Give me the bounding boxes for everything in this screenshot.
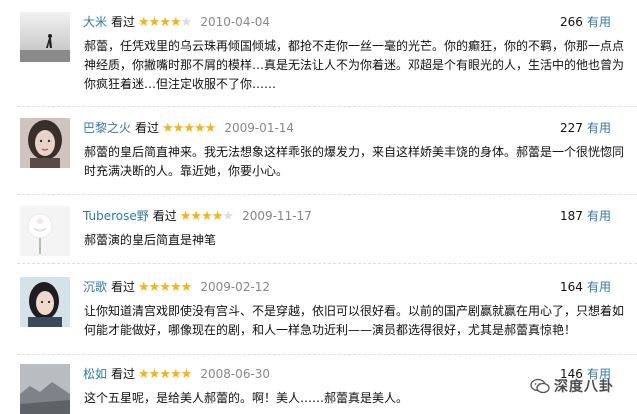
review-meta: 沉歌 看过 ★★★★★ 2009-02-12 bbox=[83, 279, 270, 296]
review-item: 沉歌 看过 ★★★★★ 2009-02-12 164 有用 让你知道清宫戏即使没有宫斗… bbox=[0, 277, 637, 347]
status-label: 看过 bbox=[111, 280, 136, 294]
vote-count: 164 bbox=[560, 280, 583, 294]
star-empty-icon: ★ bbox=[180, 15, 193, 30]
vote-count: 187 bbox=[560, 209, 583, 223]
divider bbox=[17, 106, 637, 107]
useful-button[interactable]: 有用 bbox=[587, 279, 611, 295]
watermark: 深度八卦 bbox=[530, 371, 637, 401]
review-meta: 大米 看过 ★★★★★ 2010-04-04 bbox=[83, 14, 270, 31]
useful-button[interactable]: 有用 bbox=[587, 208, 611, 224]
review-date: 2009-11-17 bbox=[242, 209, 312, 223]
avatar[interactable] bbox=[20, 12, 70, 62]
review-item: Tuberose野 看过 ★★★★★ 2009-11-17 187 有用 郝蕾演的皇后… bbox=[0, 206, 637, 256]
username-link[interactable]: 巴黎之火 bbox=[83, 121, 131, 135]
review-date: 2008-06-30 bbox=[200, 367, 271, 381]
useful-button[interactable]: 有用 bbox=[587, 14, 611, 30]
review-text: 郝蕾的皇后简直神来。我无法想象这样乖张的爆发力，来自这样娇美丰饶的身体。郝蕾是一… bbox=[84, 145, 625, 178]
divider bbox=[17, 194, 637, 195]
wechat-logo-icon bbox=[530, 378, 550, 394]
avatar[interactable] bbox=[20, 118, 70, 168]
star-icon: ★★★★★ bbox=[138, 280, 192, 295]
avatar[interactable] bbox=[20, 364, 70, 414]
person-silhouette-icon bbox=[20, 12, 70, 62]
flower-icon bbox=[20, 206, 70, 256]
username-link[interactable]: Tuberose野 bbox=[83, 209, 149, 223]
review-item: 大米 看过 ★★★★★ 2010-04-04 266 有用 郝蕾，任凭戏里的乌云珠再倾… bbox=[0, 12, 637, 102]
status-label: 看过 bbox=[152, 209, 177, 223]
status-label: 看过 bbox=[111, 15, 136, 29]
rating-stars: ★★★★★ bbox=[138, 280, 192, 295]
username-link[interactable]: 松如 bbox=[83, 367, 107, 381]
divider bbox=[17, 354, 637, 355]
star-icon: ★★★★ bbox=[179, 209, 224, 224]
rating-stars: ★★★★★ bbox=[138, 367, 192, 382]
rating-stars: ★★★★★ bbox=[179, 209, 234, 224]
girl-portrait-icon bbox=[20, 277, 70, 327]
star-icon: ★★★★ bbox=[138, 15, 182, 30]
woman-portrait-icon bbox=[20, 118, 70, 168]
status-label: 看过 bbox=[111, 367, 136, 381]
review-meta: Tuberose野 看过 ★★★★★ 2009-11-17 bbox=[83, 208, 312, 225]
username-link[interactable]: 大米 bbox=[83, 15, 107, 29]
review-date: 2009-02-12 bbox=[200, 280, 271, 294]
vote-count: 266 bbox=[560, 15, 583, 29]
avatar[interactable] bbox=[20, 277, 70, 327]
review-item: 巴黎之火 看过 ★★★★★ 2009-01-14 227 有用 郝蕾的皇后简直神来。我… bbox=[0, 118, 637, 188]
review-text: 郝蕾，任凭戏里的乌云珠再倾国倾城，都抢不走你一丝一毫的光芒。你的癫狂，你的不羁，… bbox=[84, 39, 625, 91]
star-empty-icon: ★ bbox=[222, 209, 234, 224]
vote-count: 227 bbox=[560, 121, 583, 135]
review-meta: 松如 看过 ★★★★★ 2008-06-30 bbox=[83, 366, 270, 383]
watermark-text: 深度八卦 bbox=[554, 379, 614, 395]
useful-button[interactable]: 有用 bbox=[587, 120, 611, 136]
username-link[interactable]: 沉歌 bbox=[83, 280, 107, 294]
rating-stars: ★★★★★ bbox=[162, 121, 216, 136]
star-icon: ★★★★★ bbox=[162, 121, 216, 136]
star-icon: ★★★★★ bbox=[138, 367, 192, 382]
review-date: 2010-04-04 bbox=[200, 15, 271, 29]
divider bbox=[17, 263, 637, 264]
review-text: 郝蕾演的皇后简直是神笔 bbox=[84, 233, 217, 247]
review-text: 让你知道清宫戏即使没有宫斗、不是穿越，依旧可以很好看。以前的国产剧赢就赢在用心了… bbox=[84, 304, 625, 337]
status-label: 看过 bbox=[135, 121, 160, 135]
avatar[interactable] bbox=[20, 206, 70, 256]
review-meta: 巴黎之火 看过 ★★★★★ 2009-01-14 bbox=[83, 120, 294, 137]
landscape-photo-icon bbox=[20, 364, 70, 414]
review-date: 2009-01-14 bbox=[224, 121, 295, 135]
rating-stars: ★★★★★ bbox=[138, 15, 193, 30]
